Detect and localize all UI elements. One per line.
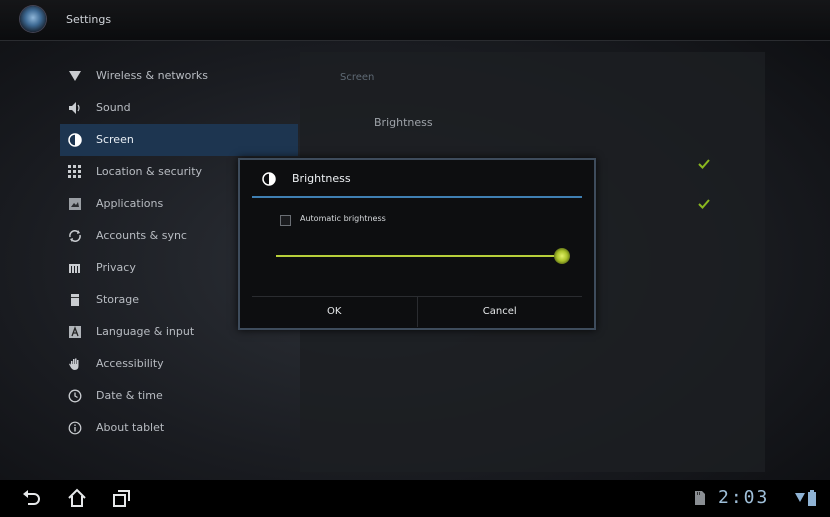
menu-item-label: Wireless & networks — [96, 69, 208, 82]
cancel-button[interactable]: Cancel — [416, 297, 583, 327]
storage-icon — [68, 293, 82, 307]
hand-icon — [68, 357, 82, 371]
wifi-icon — [68, 69, 82, 83]
brightness-dialog: Brightness Automatic brightness OK Cance… — [238, 158, 596, 330]
sd-card-icon — [695, 491, 705, 505]
dialog-header: Brightness — [240, 160, 594, 198]
location-grid-icon — [68, 165, 82, 179]
brightness-icon — [262, 172, 276, 186]
language-icon — [68, 325, 82, 339]
dialog-buttons: OK Cancel — [252, 296, 582, 327]
brightness-slider[interactable] — [276, 246, 571, 266]
clock[interactable]: 2:03 — [718, 487, 769, 508]
system-bar: 2:03 — [0, 480, 830, 517]
menu-item-label: Location & security — [96, 165, 203, 178]
menu-item-label: Screen — [96, 133, 134, 146]
menu-item-label: Accounts & sync — [96, 229, 187, 242]
automatic-brightness-checkbox[interactable] — [280, 215, 291, 226]
battery-icon — [808, 490, 816, 506]
menu-item-date-time[interactable]: Date & time — [60, 380, 298, 412]
speaker-icon — [68, 101, 82, 115]
screen-icon — [68, 133, 82, 147]
menu-item-label: Storage — [96, 293, 140, 306]
clock-icon — [68, 389, 82, 403]
applications-icon — [68, 197, 82, 211]
menu-item-screen[interactable]: Screen — [60, 124, 298, 156]
dialog-title-divider — [252, 196, 582, 198]
menu-item-label: Accessibility — [96, 357, 164, 370]
menu-item-label: Language & input — [96, 325, 195, 338]
ok-button[interactable]: OK — [252, 297, 417, 327]
menu-item-label: About tablet — [96, 421, 165, 434]
info-icon — [68, 421, 82, 435]
dialog-title: Brightness — [292, 172, 351, 185]
menu-item-label: Privacy — [96, 261, 136, 274]
menu-item-about-tablet[interactable]: About tablet — [60, 412, 298, 444]
wifi-signal-icon — [795, 493, 805, 502]
checkmark-icon[interactable] — [698, 198, 710, 210]
menu-item-label: Applications — [96, 197, 164, 210]
privacy-icon — [68, 261, 82, 275]
slider-thumb[interactable] — [554, 248, 571, 264]
checkmark-icon[interactable] — [698, 158, 710, 170]
home-icon[interactable] — [66, 488, 90, 510]
automatic-brightness-label[interactable]: Automatic brightness — [300, 214, 386, 223]
menu-item-wireless[interactable]: Wireless & networks — [60, 60, 298, 92]
screen: Settings Wireless & networks Sound Scree… — [0, 0, 830, 480]
section-header: Screen — [340, 72, 375, 83]
menu-item-label: Sound — [96, 101, 131, 114]
settings-app-icon[interactable] — [20, 6, 46, 32]
brightness-preference[interactable]: Brightness — [374, 116, 433, 129]
action-bar: Settings — [0, 0, 830, 41]
menu-item-accessibility[interactable]: Accessibility — [60, 348, 298, 380]
app-title: Settings — [66, 13, 112, 26]
sync-icon — [68, 229, 82, 243]
menu-item-label: Date & time — [96, 389, 163, 402]
slider-fill — [276, 255, 563, 257]
menu-item-sound[interactable]: Sound — [60, 92, 298, 124]
back-icon[interactable] — [20, 488, 44, 510]
recent-apps-icon[interactable] — [110, 488, 134, 510]
